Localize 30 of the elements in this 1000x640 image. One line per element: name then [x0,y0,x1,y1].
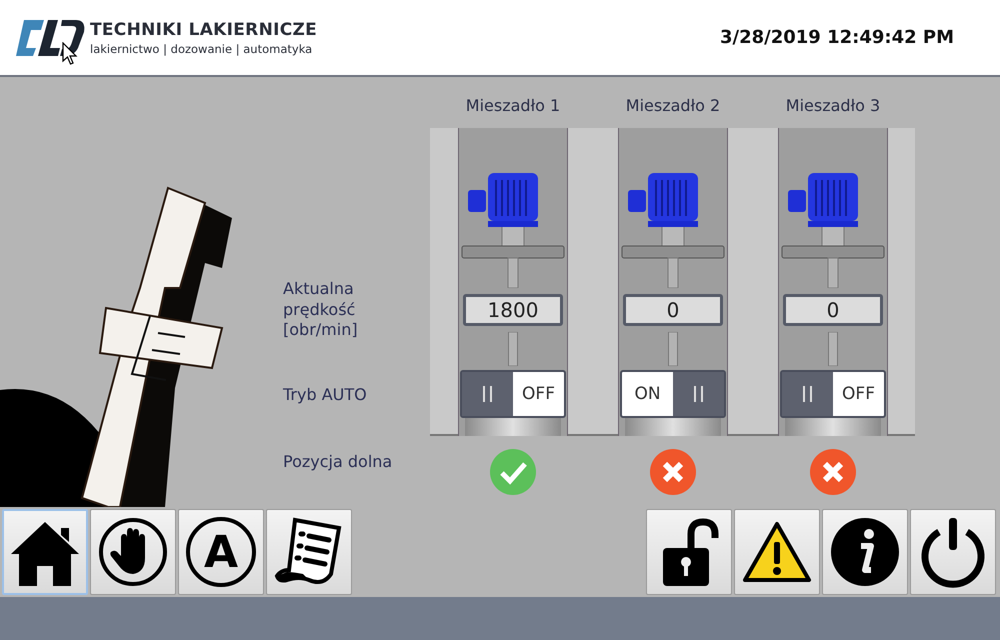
home-button[interactable] [2,509,88,595]
mouse-cursor-icon [62,42,78,66]
power-button[interactable] [910,509,996,595]
mixer-title: Mieszadło 3 [786,95,880,115]
auto-mode-label: Tryb AUTO [283,384,368,404]
auto-button[interactable]: A [178,509,264,595]
speed-display: 1800 [463,294,563,326]
mixer-shaft-drawing [668,332,678,366]
info-icon [829,516,901,588]
hand-icon [97,516,169,588]
company-name: TECHNIKI LAKIERNICZE [90,20,318,40]
mixer-shaft-drawing [508,332,518,366]
warning-button[interactable] [734,509,820,595]
auto-mode-toggle[interactable]: ON [620,370,726,418]
company-tagline: lakiernictwo | dozowanie | automatyka [90,42,314,56]
auto-mode-icon: A [186,517,256,587]
manual-button[interactable] [90,509,176,595]
report-button[interactable] [266,509,352,595]
lower-position-label: Pozycja dolna [283,451,394,471]
speed-display: 0 [623,294,723,326]
mixer-title: Mieszadło 2 [626,95,720,115]
auto-mode-toggle[interactable]: OFF [460,370,566,418]
unlock-button[interactable] [646,509,732,595]
speed-label: Aktualna prędkość [obr/min] [283,278,359,342]
mixer-shaft-drawing [828,332,838,366]
auto-mode-toggle[interactable]: OFF [780,370,886,418]
speed-display: 0 [783,294,883,326]
info-button[interactable] [822,509,908,595]
date-time: 3/28/2019 12:49:42 PM [720,27,954,48]
mixer-title: Mieszadło 1 [466,95,560,115]
